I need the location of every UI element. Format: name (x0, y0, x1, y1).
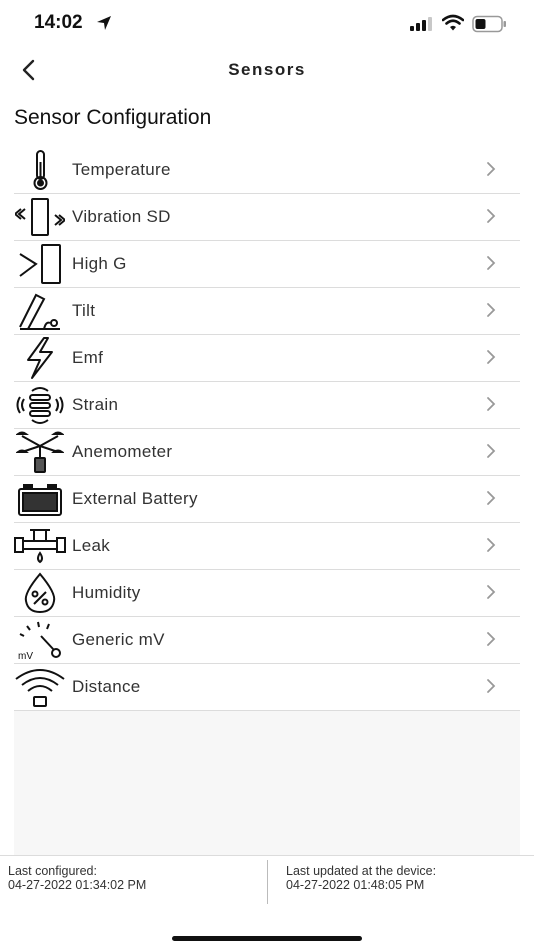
wifi-icon (442, 14, 464, 31)
sensor-row-external-battery[interactable]: External Battery (14, 476, 520, 523)
sensor-label: External Battery (72, 489, 198, 508)
tilt-icon (19, 293, 60, 330)
chevron-right-icon (487, 679, 496, 693)
chevron-right-icon (487, 397, 496, 411)
status-bar: 14:02 (0, 0, 534, 48)
chevron-right-icon (487, 162, 496, 176)
sensor-label: Strain (72, 395, 119, 414)
sensor-list: Temperature Vibration SD High G Tilt Emf… (14, 147, 520, 711)
sensor-label: Vibration SD (72, 207, 171, 226)
lightning-icon (27, 337, 53, 379)
sensor-label: High G (72, 254, 127, 273)
sensor-row-humidity[interactable]: Humidity (14, 570, 520, 617)
sensor-label: Leak (72, 536, 111, 555)
last-updated-value: 04-27-2022 01:48:05 PM (286, 878, 425, 892)
sensor-row-leak[interactable]: Leak (14, 523, 520, 570)
strain-icon (16, 387, 64, 424)
sensor-label: Temperature (72, 160, 171, 179)
config-footer: Last configured: 04-27-2022 01:34:02 PM … (0, 855, 534, 909)
sensor-row-anemometer[interactable]: Anemometer (14, 429, 520, 476)
battery-icon (472, 15, 506, 33)
sensor-label: Emf (72, 348, 104, 367)
footer-divider (267, 860, 268, 904)
last-updated-label: Last updated at the device: (286, 864, 437, 878)
status-time: 14:02 (34, 12, 83, 33)
section-title: Sensor Configuration (14, 106, 212, 129)
distance-wave-icon (15, 669, 65, 707)
chevron-right-icon (487, 585, 496, 599)
page-title: Sensors (228, 60, 306, 79)
chevron-right-icon (487, 632, 496, 646)
chevron-right-icon (487, 209, 496, 223)
sensor-row-strain[interactable]: Strain (14, 382, 520, 429)
chevron-right-icon (487, 538, 496, 552)
last-updated: Last updated at the device: 04-27-2022 0… (286, 864, 436, 892)
nav-bar: Sensors (0, 48, 534, 94)
cellular-signal-icon (410, 17, 432, 31)
last-configured-value: 04-27-2022 01:34:02 PM (8, 878, 147, 892)
chevron-right-icon (487, 491, 496, 505)
sensor-row-generic-mv[interactable]: mV Generic mV (14, 617, 520, 664)
sensor-row-emf[interactable]: Emf (14, 335, 520, 382)
anemometer-icon (16, 431, 64, 473)
sensor-label: Anemometer (72, 442, 173, 461)
chevron-right-icon (487, 350, 496, 364)
home-indicator[interactable] (172, 936, 362, 941)
pipe-leak-icon (14, 529, 66, 564)
humidity-drop-icon (24, 572, 56, 614)
chevron-right-icon (487, 256, 496, 270)
sensor-label: Tilt (72, 301, 96, 320)
voltmeter-icon: mV (18, 621, 61, 662)
sensor-label: Distance (72, 677, 141, 696)
chevron-right-icon (487, 303, 496, 317)
chevron-right-icon (487, 444, 496, 458)
sensor-label: Humidity (72, 583, 141, 602)
last-configured: Last configured: 04-27-2022 01:34:02 PM (8, 864, 146, 892)
sensor-label: Generic mV (72, 630, 165, 649)
sensor-row-temperature[interactable]: Temperature (14, 147, 520, 194)
last-configured-label: Last configured: (8, 864, 97, 878)
sensor-row-tilt[interactable]: Tilt (14, 288, 520, 335)
car-battery-icon (18, 484, 62, 516)
sensor-row-vibration-sd[interactable]: Vibration SD (14, 194, 520, 241)
home-area (0, 908, 534, 950)
vibration-icon (15, 198, 65, 236)
sensor-row-distance[interactable]: Distance (14, 664, 520, 711)
thermometer-icon (33, 150, 48, 190)
location-arrow-icon (97, 16, 111, 30)
sensor-row-high-g[interactable]: High G (14, 241, 520, 288)
high-g-icon (19, 244, 61, 284)
svg-text:mV: mV (18, 651, 33, 662)
